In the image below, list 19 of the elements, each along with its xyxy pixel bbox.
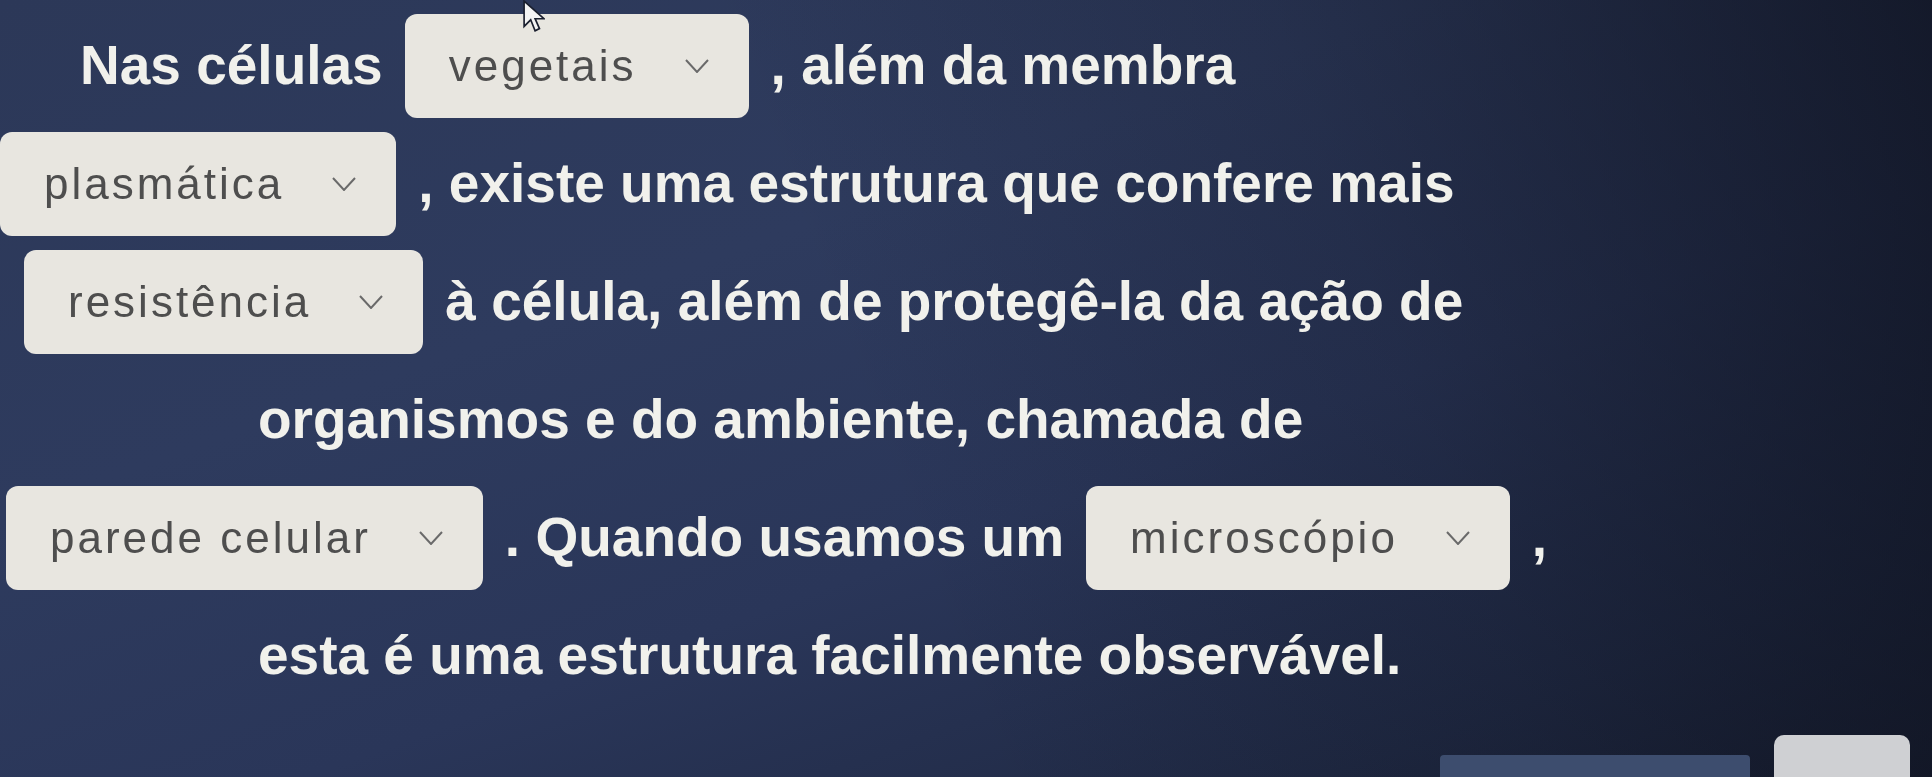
mouse-cursor-icon [523,0,545,33]
chevron-down-icon [684,59,709,73]
exercise-text: organismos e do ambiente, chamada de [258,388,1304,452]
exercise-text: à célula, além de protegê-la da ação de [445,270,1464,334]
exercise-text: , existe uma estrutura que confere mais [418,152,1455,216]
chevron-down-icon [332,177,357,191]
answer-dropdown[interactable]: microscópio [1086,486,1510,590]
answer-dropdown[interactable]: vegetais [404,14,749,118]
answer-dropdown[interactable]: plasmática [0,132,397,236]
chevron-down-icon [1445,531,1470,545]
chevron-down-icon [418,531,443,545]
answer-dropdown[interactable]: parede celular [6,486,483,590]
chevron-down-icon [359,295,384,309]
exercise-text: . Quando usamos um [504,506,1065,570]
answer-dropdown[interactable]: resistência [24,250,424,354]
exercise-text: , além da membra [770,34,1236,98]
exercise-text: Nas células [80,34,383,98]
exercise-text: esta é uma estrutura facilmente observável. [258,624,1402,688]
exercise-text: , [1531,506,1548,570]
